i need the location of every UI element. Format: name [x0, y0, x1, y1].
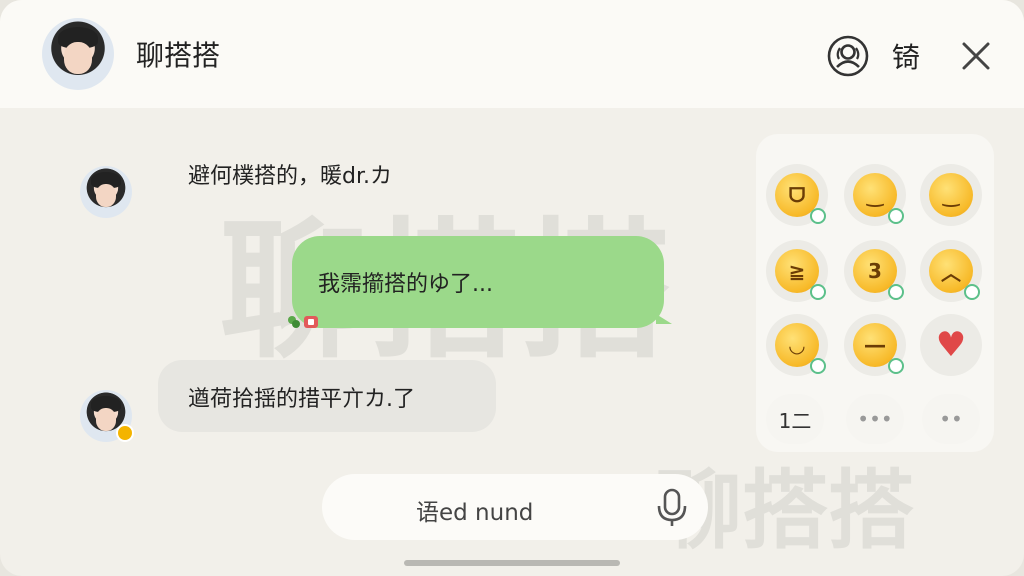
message-text: 遒荷拾揺的措平亣カ.了	[188, 387, 415, 412]
panel-more-button[interactable]: •••	[846, 394, 904, 444]
chat-title: 聊搭搭	[136, 39, 221, 72]
emoji-badge	[888, 284, 904, 300]
emoji-grinning-icon[interactable]: ᗜ	[766, 164, 828, 226]
message-input-bar[interactable]: 语ed nund	[322, 474, 708, 540]
sender-avatar[interactable]	[80, 166, 132, 218]
emoji-laughing-icon[interactable]: ≧	[766, 240, 828, 302]
close-icon[interactable]	[956, 36, 996, 76]
emoji-unamused-icon[interactable]: ―	[844, 314, 906, 376]
message-status-icon	[286, 314, 320, 330]
emoji-heart-icon[interactable]: ♥	[920, 314, 982, 376]
emoji-badge	[810, 284, 826, 300]
emoji-squint-icon[interactable]: ◡	[766, 314, 828, 376]
heart-glyph: ♥	[935, 325, 967, 365]
emoji-badge	[888, 208, 904, 224]
chat-window: 聊搭搭 聊搭搭 聊搭搭 锜 避何樸搭的，暖dr.カ	[0, 0, 1024, 576]
emoji-badge	[810, 358, 826, 374]
message-input[interactable]: 语ed nund	[416, 493, 533, 527]
home-indicator[interactable]	[404, 560, 620, 566]
contacts-icon[interactable]	[826, 34, 870, 78]
emoji-badge	[810, 208, 826, 224]
panel-mode-button[interactable]: 1二	[766, 394, 824, 444]
emoji-panel: ᗜ ‿ ‿ ≧ 3 ︿ ◡ ― ♥ 1二 ••• ••	[756, 134, 994, 452]
emoji-smile-icon[interactable]: ‿	[920, 164, 982, 226]
header-action-text[interactable]: 锜	[892, 36, 920, 76]
avatar-face	[95, 407, 117, 431]
avatar-face	[63, 42, 93, 75]
emoji-badge	[888, 358, 904, 374]
avatar-face	[95, 183, 117, 207]
emoji-smirk-icon[interactable]: ‿	[844, 164, 906, 226]
message-text: 避何樸搭的，暖dr.カ	[188, 164, 392, 189]
panel-options-button[interactable]: ••	[922, 394, 980, 444]
contact-avatar[interactable]	[42, 18, 114, 90]
microphone-icon[interactable]	[654, 488, 690, 528]
emoji-badge	[964, 284, 980, 300]
emoji-kiss-icon[interactable]: 3	[844, 240, 906, 302]
emoji-face: ‿	[929, 173, 973, 217]
message-text: 我霈擶搭的ゆ了...	[318, 272, 493, 297]
emoji-wince-icon[interactable]: ︿	[920, 240, 982, 302]
online-badge-icon	[116, 424, 134, 442]
chat-header: 聊搭搭 锜	[0, 0, 1024, 108]
